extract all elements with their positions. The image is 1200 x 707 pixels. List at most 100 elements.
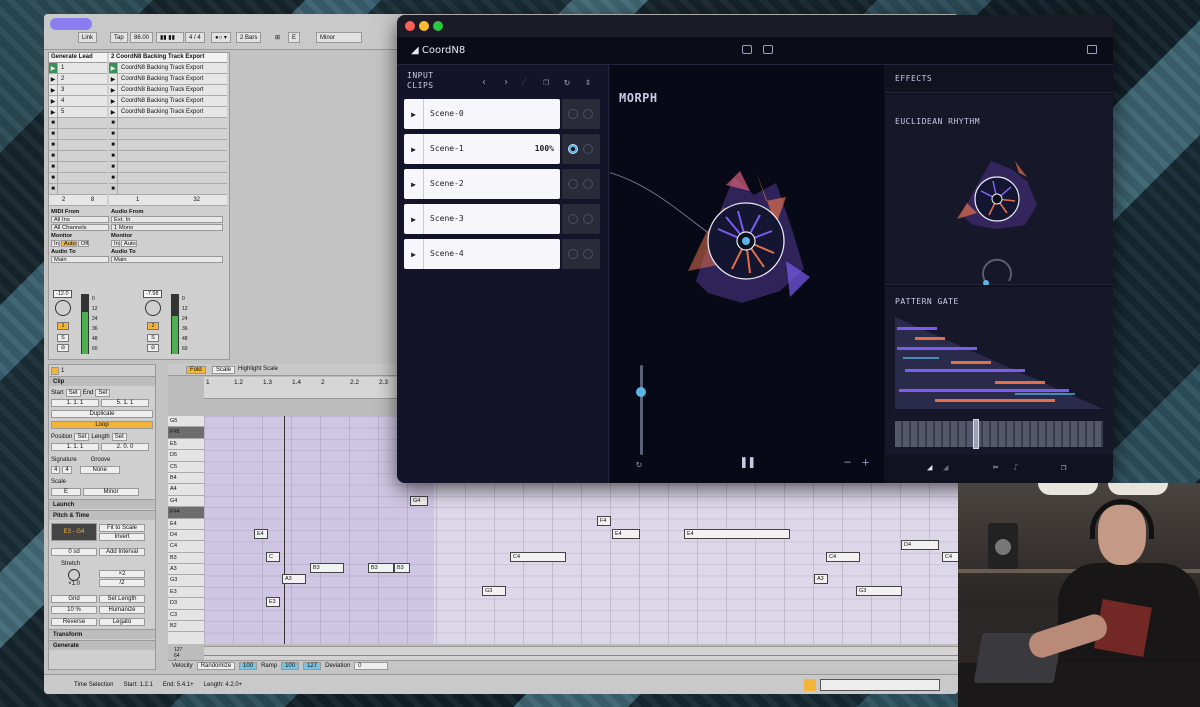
- clip-slot[interactable]: ▶ 2: [49, 74, 107, 85]
- piano-key[interactable]: A4: [168, 484, 204, 496]
- end-field[interactable]: 5. 1. 1: [101, 398, 149, 407]
- add-interval-button[interactable]: Add Interval: [99, 547, 145, 556]
- generate-section-header[interactable]: Generate: [49, 640, 155, 650]
- meter-field[interactable]: 4 / 4: [185, 32, 205, 43]
- metronome-button[interactable]: ●○ ▾: [211, 32, 231, 43]
- signature-denominator[interactable]: 4: [62, 465, 72, 474]
- midi-note[interactable]: B3: [368, 563, 394, 574]
- piano-key[interactable]: E4: [168, 519, 204, 530]
- track-header[interactable]: 2 CoordN8 Backing Track Export: [109, 53, 227, 63]
- ramp-alt-icon[interactable]: ◢: [943, 463, 948, 473]
- piano-key[interactable]: E5: [168, 439, 204, 451]
- fit-to-scale-button[interactable]: Fit to Scale: [99, 523, 145, 532]
- tempo-field[interactable]: 86.00: [130, 32, 154, 43]
- overview-scroll[interactable]: [820, 679, 940, 691]
- midi-note[interactable]: C4: [826, 551, 860, 562]
- euclidean-visualizer[interactable]: [885, 95, 1113, 285]
- ramp-icon[interactable]: ◢: [927, 463, 932, 473]
- clip-slot[interactable]: ▶ 4: [49, 96, 107, 107]
- piano-key[interactable]: D3: [168, 598, 204, 610]
- play-icon[interactable]: ▶: [109, 96, 118, 106]
- gate-steps[interactable]: [895, 421, 1103, 447]
- play-icon[interactable]: ▶: [49, 107, 58, 117]
- tap-button[interactable]: Tap: [110, 32, 128, 43]
- legato-button[interactable]: Legato: [99, 617, 145, 626]
- semitone-field[interactable]: 0 sd: [51, 547, 97, 556]
- midi-note[interactable]: G3: [856, 585, 902, 596]
- select-ring-icon[interactable]: [568, 214, 578, 224]
- gate-position-handle[interactable]: [973, 419, 979, 449]
- deviation-field[interactable]: 0: [354, 661, 389, 670]
- end-set-button[interactable]: Set: [95, 388, 111, 397]
- copy-icon[interactable]: ❐: [543, 77, 549, 88]
- empty-slot[interactable]: ■: [109, 184, 227, 195]
- panel-right-icon[interactable]: [763, 45, 773, 54]
- export-icon[interactable]: [1087, 45, 1097, 54]
- audio-to-select[interactable]: Main: [111, 256, 223, 263]
- length-field[interactable]: 2. 0. 0: [101, 442, 149, 451]
- select-ring-icon[interactable]: [568, 109, 578, 119]
- refresh-icon[interactable]: ↻: [564, 77, 570, 88]
- panel-left-icon[interactable]: [742, 45, 752, 54]
- position-set-button[interactable]: Set: [74, 432, 90, 441]
- invert-button[interactable]: Invert: [99, 532, 145, 541]
- empty-slot[interactable]: ■: [109, 140, 227, 151]
- target-icon[interactable]: [583, 179, 593, 189]
- maximize-icon[interactable]: [433, 21, 443, 31]
- clip-section-header[interactable]: Clip: [49, 376, 155, 386]
- play-icon[interactable]: ▶: [404, 99, 424, 129]
- clip-slot[interactable]: ▶ CoordN8 Backing Track Export: [109, 63, 227, 74]
- play-icon[interactable]: ▶: [49, 74, 58, 84]
- empty-slot[interactable]: ■: [109, 173, 227, 184]
- scene-row[interactable]: ▶ Scene-1 100%: [404, 134, 600, 164]
- set-length-button[interactable]: Set Length: [99, 594, 145, 603]
- midi-channel-select[interactable]: All Channels: [51, 224, 109, 231]
- play-icon[interactable]: ▶: [109, 63, 118, 73]
- ableton-pill-button[interactable]: [50, 18, 92, 30]
- play-icon[interactable]: ▶: [404, 239, 424, 269]
- wand-icon[interactable]: ⁄: [523, 77, 525, 88]
- pitch-time-section-header[interactable]: Pitch & Time: [49, 510, 155, 520]
- pan-knob[interactable]: [145, 300, 161, 316]
- loop-icon[interactable]: ↻: [636, 459, 642, 470]
- midi-note[interactable]: E4: [612, 528, 640, 539]
- midi-note[interactable]: E3: [266, 597, 280, 608]
- launch-section-header[interactable]: Launch: [49, 499, 155, 509]
- midi-note[interactable]: C4: [942, 551, 958, 562]
- pause-icon[interactable]: ❚❚: [740, 455, 756, 470]
- piano-key[interactable]: C5: [168, 462, 204, 473]
- note-icon[interactable]: ♪: [1013, 463, 1018, 473]
- ramp-start[interactable]: 100: [281, 661, 300, 670]
- midi-note[interactable]: A3: [282, 574, 306, 585]
- piano-key[interactable]: G3: [168, 575, 204, 587]
- piano-key[interactable]: D4: [168, 530, 204, 542]
- piano-key[interactable]: F#4: [168, 507, 204, 519]
- velocity-value[interactable]: 100: [239, 661, 258, 670]
- scene-row[interactable]: ▶ Scene-3: [404, 204, 600, 234]
- pattern-gate-visualizer[interactable]: [895, 317, 1103, 413]
- target-icon[interactable]: [583, 144, 593, 154]
- start-field[interactable]: 1. 1. 1: [51, 398, 99, 407]
- clip-slot[interactable]: ▶ CoordN8 Backing Track Export: [109, 107, 227, 118]
- solo-button[interactable]: S: [147, 334, 159, 342]
- target-icon[interactable]: [583, 249, 593, 259]
- audio-from-select[interactable]: Ext. In: [111, 216, 223, 223]
- pan-knob[interactable]: [55, 300, 71, 316]
- randomize-button[interactable]: Randomize: [196, 661, 236, 670]
- midi-note[interactable]: G3: [482, 585, 506, 596]
- piano-key[interactable]: E3: [168, 587, 204, 599]
- zoom-out-icon[interactable]: −: [844, 455, 851, 469]
- highlight-scale-checkbox[interactable]: Highlight Scale: [238, 366, 278, 372]
- volume-display[interactable]: -12.0: [53, 290, 72, 298]
- length-set-button[interactable]: Set: [111, 432, 127, 441]
- audio-to-select[interactable]: Main: [51, 256, 109, 263]
- piano-key[interactable]: B4: [168, 473, 204, 485]
- midi-note[interactable]: E4: [684, 528, 790, 539]
- chevron-left-icon[interactable]: ‹: [481, 77, 487, 88]
- clip-slot[interactable]: ▶ CoordN8 Backing Track Export: [109, 96, 227, 107]
- midi-note[interactable]: A3: [814, 574, 828, 585]
- minimize-icon[interactable]: [419, 21, 429, 31]
- volume-display[interactable]: -7.98: [143, 290, 162, 298]
- piano-key[interactable]: G5: [168, 416, 204, 428]
- empty-slot[interactable]: ■: [49, 173, 107, 184]
